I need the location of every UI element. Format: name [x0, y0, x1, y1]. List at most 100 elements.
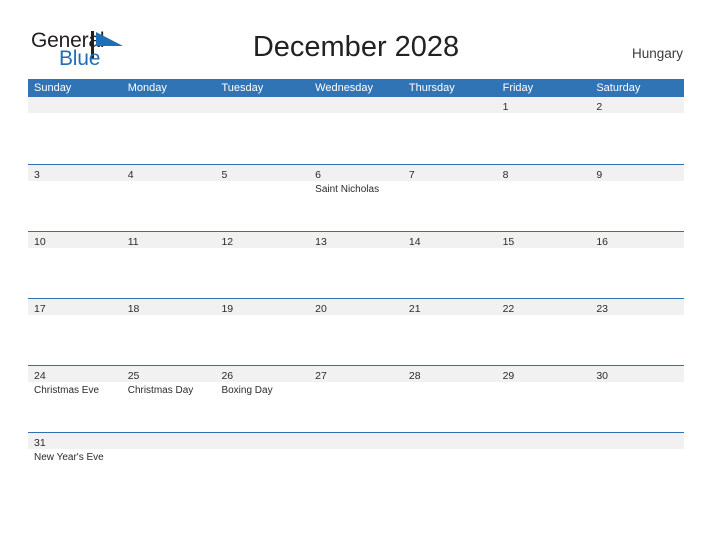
day-events[interactable]	[403, 248, 497, 297]
day-events[interactable]	[122, 449, 216, 498]
day-cell[interactable]: 7	[403, 165, 497, 181]
event-label: Christmas Eve	[34, 385, 100, 396]
day-cell[interactable]	[309, 97, 403, 113]
day-cell[interactable]	[122, 433, 216, 449]
day-cell[interactable]	[28, 97, 122, 113]
day-events[interactable]	[309, 449, 403, 498]
day-cell[interactable]: 12	[215, 232, 309, 248]
day-cell[interactable]: 5	[215, 165, 309, 181]
day-events[interactable]	[215, 248, 309, 297]
day-events[interactable]	[215, 181, 309, 230]
day-events[interactable]	[28, 181, 122, 230]
day-cell[interactable]	[590, 433, 684, 449]
day-events[interactable]	[309, 382, 403, 431]
day-events[interactable]	[403, 181, 497, 230]
day-cell[interactable]: 8	[497, 165, 591, 181]
event-label	[596, 382, 684, 384]
day-events[interactable]	[590, 248, 684, 297]
week-row: 17 18 19 20 21 22 23	[28, 298, 684, 365]
day-cell[interactable]	[215, 97, 309, 113]
day-events[interactable]	[122, 248, 216, 297]
week-events-band: Christmas Eve Christmas Day Boxing Day	[28, 382, 684, 431]
weekday-header-row: Sunday Monday Tuesday Wednesday Thursday…	[28, 79, 684, 97]
day-events[interactable]: Christmas Eve	[28, 382, 122, 431]
day-cell[interactable]: 18	[122, 299, 216, 315]
day-events[interactable]: Christmas Day	[122, 382, 216, 431]
weekday-saturday: Saturday	[596, 82, 641, 94]
day-cell[interactable]: 25	[122, 366, 216, 382]
day-events[interactable]	[403, 315, 497, 364]
day-cell[interactable]	[497, 433, 591, 449]
day-events[interactable]	[215, 315, 309, 364]
day-cell[interactable]	[403, 433, 497, 449]
day-cell[interactable]: 21	[403, 299, 497, 315]
day-cell[interactable]: 10	[28, 232, 122, 248]
day-cell[interactable]: 13	[309, 232, 403, 248]
day-events[interactable]	[309, 248, 403, 297]
day-cell[interactable]: 27	[309, 366, 403, 382]
day-cell[interactable]: 20	[309, 299, 403, 315]
event-label	[596, 181, 684, 183]
day-events[interactable]	[215, 113, 309, 162]
day-cell[interactable]: 4	[122, 165, 216, 181]
day-cell[interactable]	[309, 433, 403, 449]
day-events[interactable]	[215, 449, 309, 498]
day-number: 14	[408, 236, 421, 248]
event-label	[409, 449, 497, 451]
day-cell[interactable]: 22	[497, 299, 591, 315]
day-cell[interactable]: 23	[590, 299, 684, 315]
day-events[interactable]	[497, 181, 591, 230]
day-events[interactable]	[590, 449, 684, 498]
day-events[interactable]	[497, 113, 591, 162]
day-cell[interactable]: 11	[122, 232, 216, 248]
day-events[interactable]	[497, 315, 591, 364]
day-number: 27	[315, 370, 327, 382]
day-events[interactable]	[403, 113, 497, 162]
day-events[interactable]	[309, 315, 403, 364]
day-cell[interactable]: 2	[590, 97, 684, 113]
day-events[interactable]	[590, 382, 684, 431]
day-cell[interactable]: 9	[590, 165, 684, 181]
day-events[interactable]	[122, 113, 216, 162]
day-cell[interactable]: 3	[28, 165, 122, 181]
day-events[interactable]	[590, 113, 684, 162]
day-events[interactable]	[590, 315, 684, 364]
day-cell[interactable]: 15	[497, 232, 591, 248]
day-events[interactable]	[28, 315, 122, 364]
day-events[interactable]: New Year's Eve	[28, 449, 122, 498]
day-events[interactable]: Boxing Day	[215, 382, 309, 431]
day-cell[interactable]: 29	[497, 366, 591, 382]
day-events[interactable]	[28, 248, 122, 297]
week-row: 1 2	[28, 97, 684, 164]
day-events[interactable]	[28, 113, 122, 162]
day-events[interactable]: Saint Nicholas	[309, 181, 403, 230]
day-cell[interactable]: 16	[590, 232, 684, 248]
day-cell[interactable]: 17	[28, 299, 122, 315]
day-cell[interactable]: 6	[309, 165, 403, 181]
day-events[interactable]	[403, 382, 497, 431]
day-cell[interactable]	[215, 433, 309, 449]
day-cell[interactable]	[403, 97, 497, 113]
day-events[interactable]	[403, 449, 497, 498]
day-events[interactable]	[122, 181, 216, 230]
day-number: 13	[315, 236, 327, 248]
day-number: 22	[502, 303, 515, 315]
calendar-grid: Sunday Monday Tuesday Wednesday Thursday…	[28, 79, 684, 499]
day-events[interactable]	[590, 181, 684, 230]
day-cell[interactable]	[122, 97, 216, 113]
day-cell[interactable]: 30	[590, 366, 684, 382]
day-cell[interactable]: 28	[403, 366, 497, 382]
week-events-band	[28, 113, 684, 162]
day-events[interactable]	[122, 315, 216, 364]
event-label	[128, 181, 216, 183]
day-cell[interactable]: 19	[215, 299, 309, 315]
day-cell[interactable]: 1	[497, 97, 591, 113]
day-cell[interactable]: 31	[28, 433, 122, 449]
day-cell[interactable]: 14	[403, 232, 497, 248]
day-events[interactable]	[497, 248, 591, 297]
day-cell[interactable]: 24	[28, 366, 122, 382]
day-events[interactable]	[309, 113, 403, 162]
day-events[interactable]	[497, 382, 591, 431]
day-cell[interactable]: 26	[215, 366, 309, 382]
day-events[interactable]	[497, 449, 591, 498]
